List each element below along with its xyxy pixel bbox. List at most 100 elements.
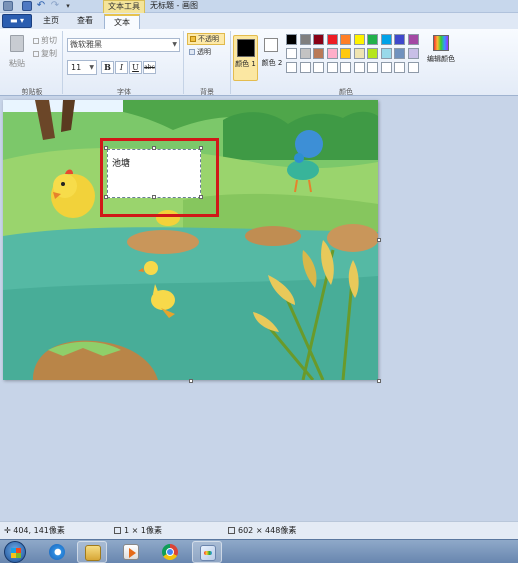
palette-swatch[interactable] [394, 34, 405, 45]
palette-swatch[interactable] [407, 34, 419, 45]
canvas-resize-handle[interactable] [377, 379, 381, 383]
chrome-icon[interactable] [155, 541, 185, 563]
crosshair-icon: ✛ [4, 526, 14, 535]
strikethrough-button[interactable]: abc [143, 61, 156, 74]
selection-size-value: 1 × 1像素 [124, 526, 162, 535]
resize-handle[interactable] [152, 146, 156, 150]
palette-swatch[interactable] [340, 34, 351, 45]
ie-icon[interactable] [42, 541, 72, 563]
color2-label: 颜色 2 [261, 59, 283, 67]
transparent-label: 透明 [197, 48, 211, 56]
windows-logo-icon [11, 548, 21, 558]
canvas-workspace: 池塘 [0, 96, 518, 521]
title-bar: ↶ ↷ ▾ 文本工具 无标题 - 画图 [0, 0, 518, 13]
color2-swatch [264, 38, 278, 52]
font-family-select[interactable]: 微软雅黑 ▼ [67, 38, 180, 52]
palette-swatch[interactable] [313, 34, 324, 45]
group-divider [62, 31, 63, 94]
paint-window: ↶ ↷ ▾ 文本工具 无标题 - 画图 ▬ ▾ 主页 查看 文本 粘贴 剪切 复… [0, 0, 518, 563]
media-player-icon[interactable] [116, 541, 146, 563]
drawing-canvas[interactable]: 池塘 [3, 100, 378, 380]
palette-swatch[interactable] [326, 34, 338, 45]
palette-swatch[interactable] [340, 62, 351, 73]
save-icon[interactable] [22, 1, 32, 11]
cursor-position: ✛ 404, 141像素 [4, 522, 65, 539]
palette-swatch[interactable] [380, 34, 392, 45]
paste-icon[interactable] [10, 35, 24, 52]
palette-swatch[interactable] [326, 48, 338, 59]
app-menu-icon[interactable] [3, 1, 13, 11]
cursor-position-value: 404, 141像素 [13, 526, 65, 535]
font-size-select[interactable]: 11 ▼ [67, 60, 97, 75]
selection-icon [114, 527, 121, 534]
file-menu-button[interactable]: ▬ ▾ [2, 14, 32, 28]
italic-button[interactable]: I [115, 61, 128, 74]
image-size-value: 602 × 448像素 [238, 526, 297, 535]
explorer-icon[interactable] [77, 541, 107, 563]
palette-swatch[interactable] [286, 34, 297, 45]
canvas-resize-handle[interactable] [189, 379, 193, 383]
palette-swatch[interactable] [380, 48, 392, 59]
customize-dropdown-icon[interactable]: ▾ [63, 1, 73, 11]
color2-button[interactable]: 颜色 2 [261, 35, 283, 81]
palette-swatch[interactable] [299, 34, 311, 45]
transparent-button[interactable]: 透明 [187, 47, 225, 59]
palette-swatch[interactable] [394, 48, 405, 59]
resize-handle[interactable] [199, 195, 203, 199]
opaque-icon [190, 36, 196, 42]
cut-button[interactable]: 剪切 [33, 35, 57, 46]
color1-button[interactable]: 颜色 1 [233, 35, 258, 81]
group-divider [183, 31, 184, 94]
palette-swatch[interactable] [326, 62, 338, 73]
canvas-resize-handle[interactable] [377, 238, 381, 242]
color1-label: 颜色 1 [235, 60, 256, 68]
resize-handle[interactable] [104, 195, 108, 199]
paste-button[interactable]: 粘贴 [9, 58, 25, 69]
palette-swatch[interactable] [353, 34, 365, 45]
palette-swatch[interactable] [367, 48, 378, 59]
font-family-value: 微软雅黑 [70, 40, 102, 49]
tab-home[interactable]: 主页 [36, 14, 66, 29]
image-size-icon [228, 527, 235, 534]
palette-swatch[interactable] [286, 48, 297, 59]
chevron-down-icon: ▼ [172, 41, 177, 48]
opaque-button[interactable]: 不透明 [187, 33, 225, 45]
tab-text[interactable]: 文本 [104, 14, 140, 29]
redo-icon[interactable]: ↷ [50, 1, 60, 11]
undo-icon[interactable]: ↶ [36, 1, 46, 11]
palette-swatch[interactable] [313, 48, 324, 59]
copy-button[interactable]: 复制 [33, 48, 57, 59]
start-icon[interactable] [4, 541, 26, 563]
palette-swatch[interactable] [367, 62, 378, 73]
bold-button[interactable]: B [101, 61, 114, 74]
palette-swatch[interactable] [367, 34, 378, 45]
transparent-icon [189, 49, 195, 55]
palette-swatch[interactable] [380, 62, 392, 73]
selection-size: 1 × 1像素 [114, 522, 162, 539]
palette-swatch[interactable] [340, 48, 351, 59]
group-divider [230, 31, 231, 94]
palette-swatch[interactable] [313, 62, 324, 73]
palette-swatch[interactable] [286, 62, 297, 73]
file-menu-icon: ▬ ▾ [9, 16, 25, 25]
paint-icon[interactable] [192, 541, 222, 563]
tab-view[interactable]: 查看 [69, 14, 101, 29]
resize-handle[interactable] [199, 146, 203, 150]
underline-button[interactable]: U [129, 61, 142, 74]
edit-colors-button[interactable]: 编辑颜色 [424, 34, 458, 79]
palette-swatch[interactable] [353, 62, 365, 73]
palette-swatch[interactable] [394, 62, 405, 73]
text-tools-context-tab: 文本工具 [103, 0, 145, 13]
status-bar: ✛ 404, 141像素 1 × 1像素 602 × 448像素 [0, 521, 518, 539]
resize-handle[interactable] [104, 146, 108, 150]
palette-swatch[interactable] [353, 48, 365, 59]
ie-logo [49, 544, 65, 560]
palette-swatch[interactable] [299, 48, 311, 59]
image-size: 602 × 448像素 [228, 522, 296, 539]
resize-handle[interactable] [152, 195, 156, 199]
taskbar [0, 539, 518, 563]
palette-swatch[interactable] [407, 62, 419, 73]
color-wheel-icon [433, 35, 449, 51]
palette-swatch[interactable] [299, 62, 311, 73]
palette-swatch[interactable] [407, 48, 419, 59]
